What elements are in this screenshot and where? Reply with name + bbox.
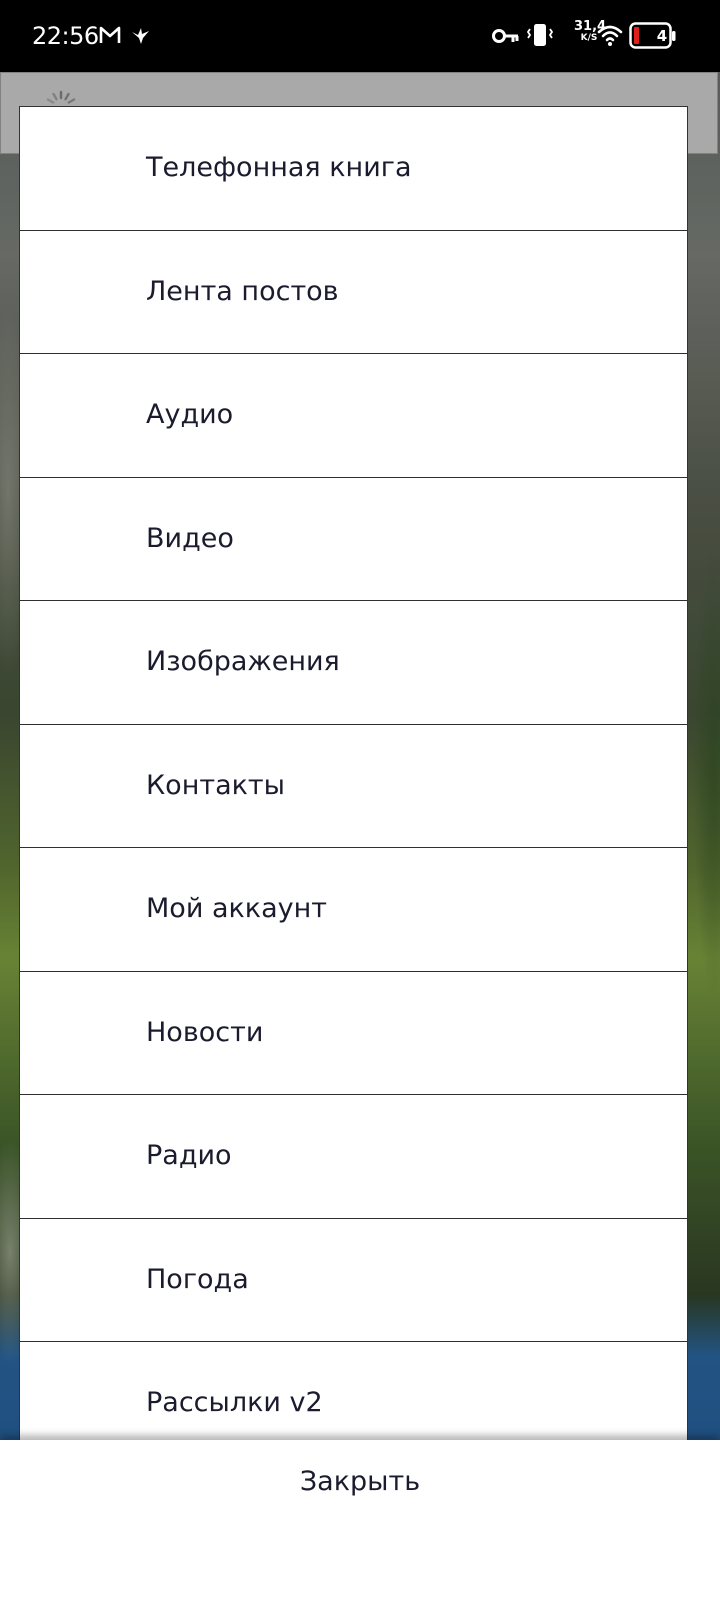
menu-item-label: Телефонная книга (146, 152, 412, 183)
close-button[interactable]: Закрыть (0, 1440, 720, 1524)
vibrate-icon (526, 24, 554, 46)
close-bar: Закрыть (0, 1440, 720, 1600)
menu-list: Телефонная книга Лента постов Аудио Виде… (20, 107, 687, 1440)
wifi-icon (597, 25, 623, 46)
status-time: 22:56 (32, 22, 99, 50)
battery-level: 4 (656, 27, 668, 45)
menu-item-label: Лента постов (146, 275, 339, 307)
vpn-key-icon (492, 29, 519, 43)
menu-item-label: Контакты (146, 769, 285, 801)
menu-item-my-account[interactable]: Мой аккаунт (20, 848, 687, 972)
menu-item-phonebook[interactable]: Телефонная книга (20, 107, 687, 231)
menu-item-post-feed[interactable]: Лента постов (20, 230, 687, 354)
menu-item-label: Рассылки v2 (146, 1387, 323, 1418)
menu-item-label: Радио (146, 1140, 232, 1171)
menu-item-news[interactable]: Новости (20, 971, 687, 1095)
menu-item-label: Изображения (146, 646, 340, 677)
menu-item-audio[interactable]: Аудио (20, 354, 687, 478)
gmail-icon (99, 26, 121, 43)
status-bar: 22:56 31,4 K/S 4 (0, 0, 720, 72)
menu-item-radio[interactable]: Радио (20, 1095, 687, 1219)
menu-item-video[interactable]: Видео (20, 477, 687, 601)
menu-item-label: Мой аккаунт (146, 893, 328, 924)
menu-item-label: Аудио (146, 399, 234, 430)
menu-item-contacts[interactable]: Контакты (20, 724, 687, 848)
menu-item-label: Погода (146, 1263, 249, 1295)
menu-item-weather[interactable]: Погода (20, 1218, 687, 1342)
menu-item-mailings-v2[interactable]: Рассылки v2 (20, 1342, 687, 1440)
menu-item-label: Видео (146, 522, 234, 554)
menu-dialog: Телефонная книга Лента постов Аудио Виде… (19, 106, 688, 1440)
menu-item-label: Новости (146, 1016, 264, 1048)
bird-app-icon (132, 28, 149, 44)
menu-item-images[interactable]: Изображения (20, 601, 687, 725)
